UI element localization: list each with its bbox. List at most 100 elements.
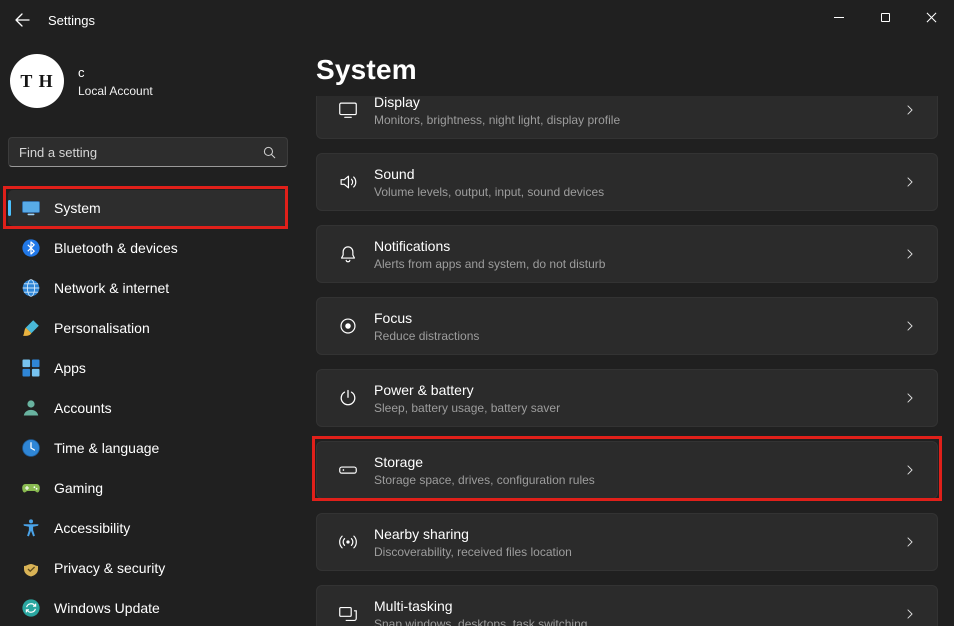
sidebar-item-label: Apps bbox=[54, 360, 86, 376]
sidebar-item-time-language[interactable]: Time & language bbox=[8, 430, 288, 466]
gaming-icon bbox=[21, 478, 41, 498]
chevron-right-icon bbox=[903, 607, 917, 621]
card-text: Power & battery Sleep, battery usage, ba… bbox=[374, 382, 560, 415]
chevron-right-icon bbox=[903, 319, 917, 333]
card-subtitle: Alerts from apps and system, do not dist… bbox=[374, 257, 605, 271]
card-title: Sound bbox=[374, 166, 604, 182]
card-text: Notifications Alerts from apps and syste… bbox=[374, 238, 605, 271]
card-title: Focus bbox=[374, 310, 479, 326]
sidebar-item-label: Windows Update bbox=[54, 600, 160, 616]
card-title: Multi-tasking bbox=[374, 598, 587, 614]
avatar: T H bbox=[10, 54, 64, 108]
card-text: Nearby sharing Discoverability, received… bbox=[374, 526, 572, 559]
chevron-right-icon bbox=[903, 463, 917, 477]
card-subtitle: Storage space, drives, configuration rul… bbox=[374, 473, 595, 487]
focus-icon bbox=[337, 315, 359, 337]
minimize-button[interactable] bbox=[816, 0, 862, 34]
time-icon bbox=[21, 438, 41, 458]
close-button[interactable] bbox=[908, 0, 954, 34]
card-subtitle: Discoverability, received files location bbox=[374, 545, 572, 559]
chevron-right-icon bbox=[903, 175, 917, 189]
settings-card-display[interactable]: Display Monitors, brightness, night ligh… bbox=[316, 96, 938, 139]
card-text: Sound Volume levels, output, input, soun… bbox=[374, 166, 604, 199]
sidebar-item-label: Bluetooth & devices bbox=[54, 240, 178, 256]
account-profile[interactable]: T H c Local Account bbox=[10, 54, 153, 108]
sidebar: T H c Local Account System Bluetooth & d… bbox=[0, 40, 300, 626]
nearby-icon bbox=[337, 531, 359, 553]
sidebar-item-windows-update[interactable]: Windows Update bbox=[8, 590, 288, 626]
card-title: Storage bbox=[374, 454, 595, 470]
sidebar-item-label: Gaming bbox=[54, 480, 103, 496]
account-type: Local Account bbox=[78, 84, 153, 98]
chevron-right-icon bbox=[903, 391, 917, 405]
sidebar-item-personalisation[interactable]: Personalisation bbox=[8, 310, 288, 346]
sidebar-item-accounts[interactable]: Accounts bbox=[8, 390, 288, 426]
minimize-icon bbox=[834, 17, 844, 18]
page-title: System bbox=[316, 54, 417, 86]
sidebar-item-network-internet[interactable]: Network & internet bbox=[8, 270, 288, 306]
card-title: Nearby sharing bbox=[374, 526, 572, 542]
main-content: System Display Monitors, brightness, nig… bbox=[316, 40, 938, 626]
settings-card-list: Display Monitors, brightness, night ligh… bbox=[316, 96, 938, 626]
bluetooth-icon bbox=[21, 238, 41, 258]
multitask-icon bbox=[337, 603, 359, 625]
card-subtitle: Snap windows, desktops, task switching bbox=[374, 617, 587, 626]
sidebar-item-label: Accessibility bbox=[54, 520, 130, 536]
accounts-icon bbox=[21, 398, 41, 418]
storage-icon bbox=[337, 459, 359, 481]
settings-card-notifications[interactable]: Notifications Alerts from apps and syste… bbox=[316, 225, 938, 283]
close-icon bbox=[926, 12, 937, 23]
network-icon bbox=[21, 278, 41, 298]
settings-card-storage[interactable]: Storage Storage space, drives, configura… bbox=[316, 441, 938, 499]
account-name: c bbox=[78, 65, 153, 80]
search-input[interactable] bbox=[9, 145, 262, 160]
card-title: Power & battery bbox=[374, 382, 560, 398]
sidebar-item-label: Network & internet bbox=[54, 280, 169, 296]
settings-card-nearby-sharing[interactable]: Nearby sharing Discoverability, received… bbox=[316, 513, 938, 571]
accessibility-icon bbox=[21, 518, 41, 538]
card-subtitle: Reduce distractions bbox=[374, 329, 479, 343]
chevron-right-icon bbox=[903, 103, 917, 117]
card-subtitle: Sleep, battery usage, battery saver bbox=[374, 401, 560, 415]
settings-card-power-battery[interactable]: Power & battery Sleep, battery usage, ba… bbox=[316, 369, 938, 427]
back-arrow-icon bbox=[14, 13, 30, 27]
personalisation-icon bbox=[21, 318, 41, 338]
card-text: Focus Reduce distractions bbox=[374, 310, 479, 343]
sidebar-item-label: Time & language bbox=[54, 440, 159, 456]
settings-window: Settings T H c Local Account Syste bbox=[0, 0, 954, 626]
sidebar-item-label: Personalisation bbox=[54, 320, 150, 336]
search-box bbox=[8, 137, 288, 167]
sidebar-item-apps[interactable]: Apps bbox=[8, 350, 288, 386]
card-subtitle: Volume levels, output, input, sound devi… bbox=[374, 185, 604, 199]
search-icon bbox=[262, 145, 277, 160]
privacy-icon bbox=[21, 558, 41, 578]
sidebar-item-bluetooth-devices[interactable]: Bluetooth & devices bbox=[8, 230, 288, 266]
sidebar-item-accessibility[interactable]: Accessibility bbox=[8, 510, 288, 546]
card-subtitle: Monitors, brightness, night light, displ… bbox=[374, 113, 620, 127]
maximize-button[interactable] bbox=[862, 0, 908, 34]
sound-icon bbox=[337, 171, 359, 193]
card-text: Storage Storage space, drives, configura… bbox=[374, 454, 595, 487]
sidebar-item-label: System bbox=[54, 200, 101, 216]
back-button[interactable] bbox=[4, 6, 40, 34]
chevron-right-icon bbox=[903, 535, 917, 549]
settings-card-sound[interactable]: Sound Volume levels, output, input, soun… bbox=[316, 153, 938, 211]
settings-card-focus[interactable]: Focus Reduce distractions bbox=[316, 297, 938, 355]
display-icon bbox=[337, 99, 359, 121]
sidebar-nav: System Bluetooth & devices Network & int… bbox=[8, 190, 288, 626]
sidebar-item-system[interactable]: System bbox=[8, 190, 288, 226]
sidebar-item-gaming[interactable]: Gaming bbox=[8, 470, 288, 506]
settings-card-multi-tasking[interactable]: Multi-tasking Snap windows, desktops, ta… bbox=[316, 585, 938, 626]
card-text: Display Monitors, brightness, night ligh… bbox=[374, 96, 620, 127]
window-controls bbox=[816, 0, 954, 34]
card-text: Multi-tasking Snap windows, desktops, ta… bbox=[374, 598, 587, 626]
sidebar-item-privacy-security[interactable]: Privacy & security bbox=[8, 550, 288, 586]
sidebar-item-label: Privacy & security bbox=[54, 560, 165, 576]
apps-icon bbox=[21, 358, 41, 378]
notifications-icon bbox=[337, 243, 359, 265]
card-title: Display bbox=[374, 96, 620, 110]
power-icon bbox=[337, 387, 359, 409]
window-title: Settings bbox=[48, 13, 95, 28]
system-icon bbox=[21, 198, 41, 218]
chevron-right-icon bbox=[903, 247, 917, 261]
